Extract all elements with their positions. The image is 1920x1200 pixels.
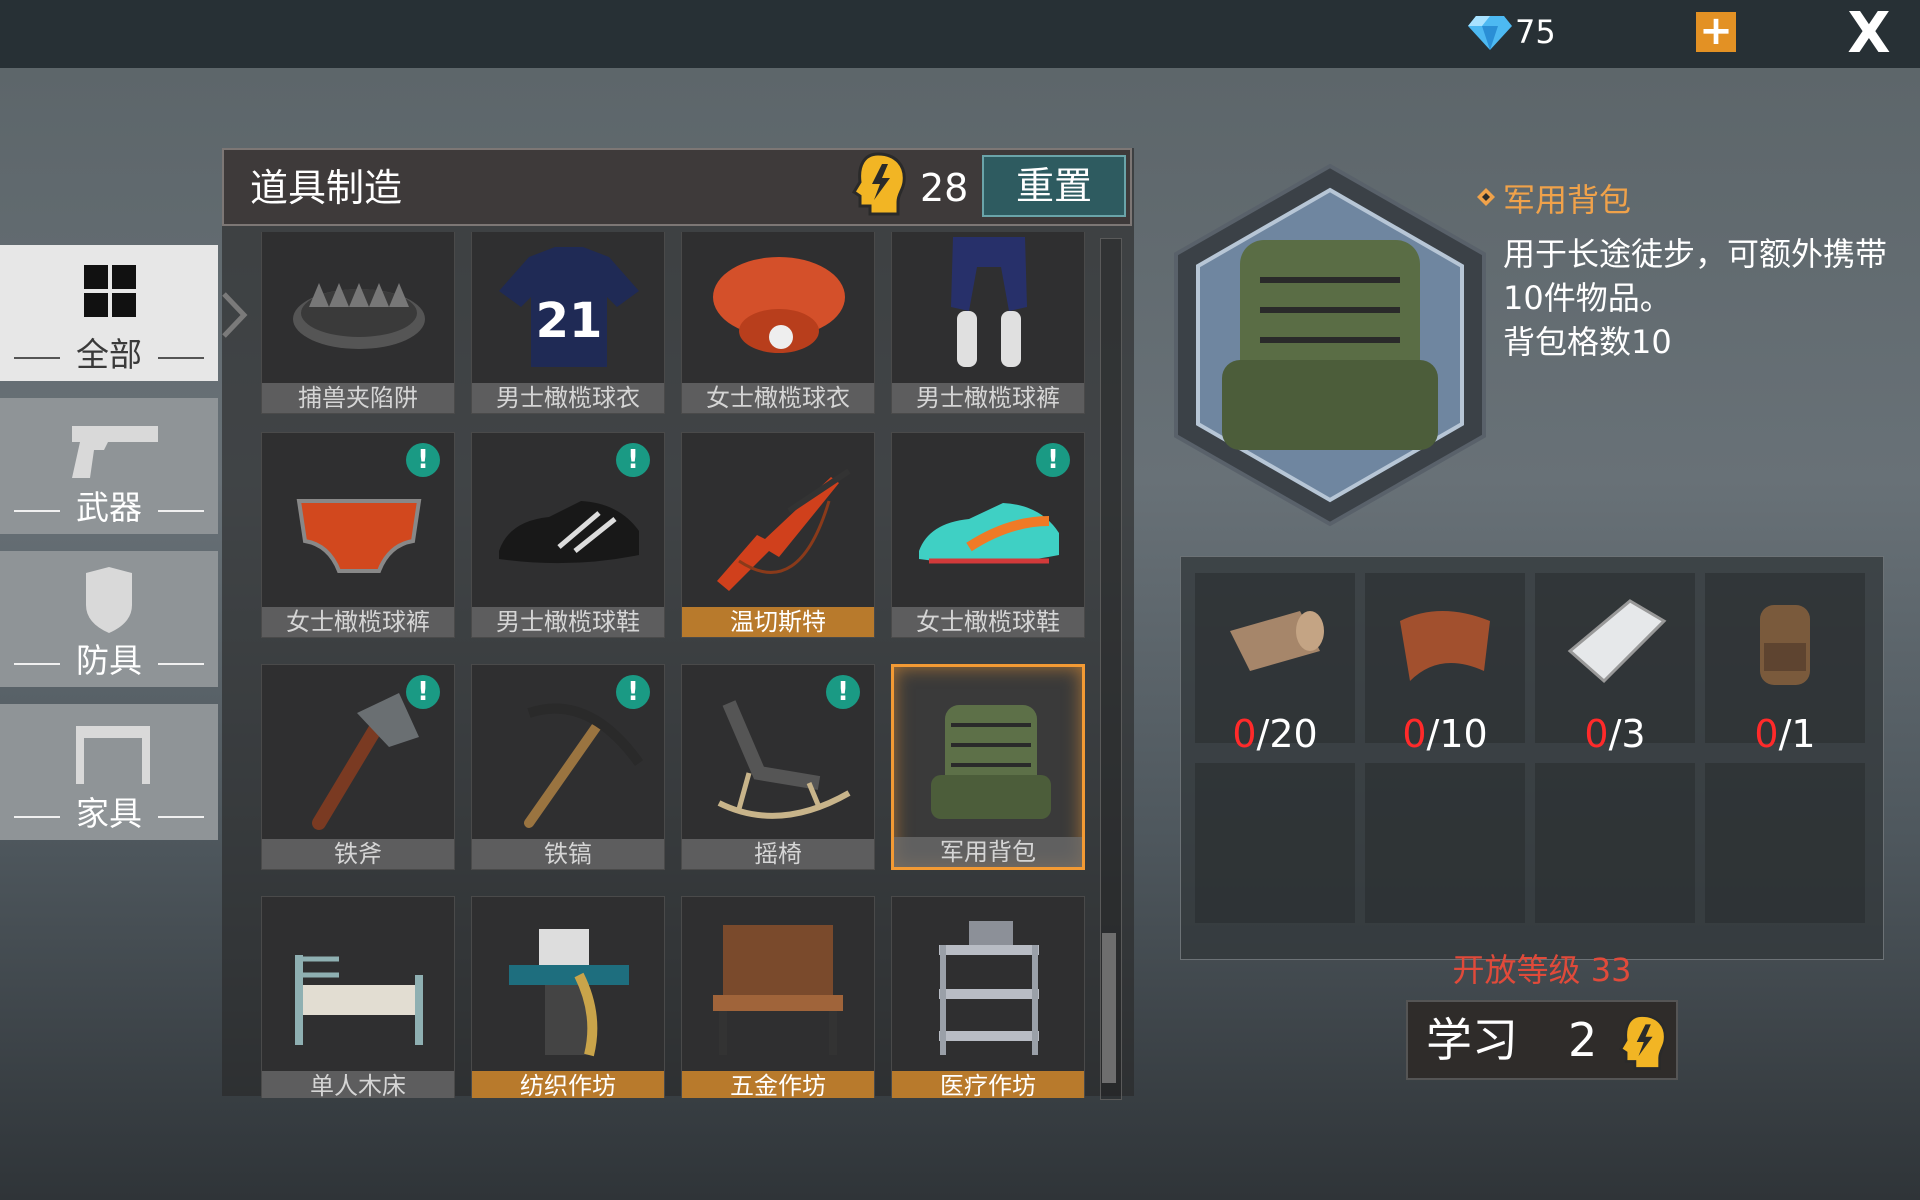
category-all[interactable]: 全部 (0, 245, 218, 381)
table-icon (76, 726, 150, 784)
rifle-icon (717, 468, 851, 591)
item-name: 医疗作坊 (892, 1071, 1084, 1098)
workbench-icon (713, 925, 843, 1055)
sewing-station-icon (509, 929, 629, 1057)
unlock-level: 开放等级 33 (1452, 951, 1632, 989)
item-card[interactable]: ! 铁斧 (261, 664, 455, 870)
learn-cost: 2 (1568, 1013, 1598, 1067)
brain-points-icon (851, 152, 906, 216)
item-card[interactable]: 温切斯特 (681, 432, 875, 638)
category-armor[interactable]: 防具 (0, 551, 218, 687)
material-slot-empty (1535, 763, 1695, 923)
alert-icon: ! (616, 443, 650, 477)
shoulderpad-icon (713, 257, 845, 353)
brain-points-icon (1619, 1014, 1667, 1070)
item-card[interactable]: ! 铁镐 (471, 664, 665, 870)
item-card[interactable]: 女士橄榄球衣 (681, 232, 875, 414)
item-name: 纺织作坊 (472, 1071, 664, 1098)
item-card[interactable]: 单人木床 (261, 896, 455, 1098)
item-preview (1174, 163, 1486, 527)
alert-icon: ! (616, 675, 650, 709)
category-label: 全部 (76, 335, 142, 374)
item-name: 女士橄榄球衣 (682, 383, 874, 413)
close-button[interactable]: X (1843, 6, 1895, 62)
reset-button[interactable]: 重置 (982, 155, 1126, 217)
item-card[interactable]: ! 女士橄榄球鞋 (891, 432, 1085, 638)
item-card[interactable]: 男士橄榄球裤 (891, 232, 1085, 414)
item-card[interactable]: ! 男士橄榄球鞋 (471, 432, 665, 638)
category-label: 武器 (76, 488, 142, 527)
material-count: 0/20 (1232, 712, 1318, 756)
gem-count: 75 (1515, 13, 1556, 51)
category-label: 防具 (76, 641, 142, 680)
material-slot[interactable]: 0/3 (1535, 573, 1695, 755)
item-name: 女士橄榄球鞋 (892, 607, 1084, 637)
grid-icon (84, 265, 136, 317)
alert-icon: ! (1036, 443, 1070, 477)
medical-station-icon (939, 921, 1039, 1055)
shield-icon (86, 567, 132, 633)
material-slot-empty (1195, 763, 1355, 923)
item-name: 女士橄榄球裤 (262, 607, 454, 637)
small-backpack-icon (1760, 605, 1810, 685)
item-name: 铁斧 (262, 839, 454, 869)
item-name: 男士橄榄球衣 (472, 383, 664, 413)
item-name: 军用背包 (894, 837, 1082, 867)
leather-roll-icon (1230, 611, 1324, 671)
diamond-bullet-icon (1477, 188, 1495, 206)
material-count: 0/10 (1402, 712, 1488, 756)
learn-label: 学习 (1426, 1013, 1518, 1067)
category-weapons[interactable]: 武器 (0, 398, 218, 534)
item-name: 男士橄榄球鞋 (472, 607, 664, 637)
fabric-icon (1400, 611, 1490, 681)
item-card-selected[interactable]: 军用背包 (891, 664, 1085, 870)
item-card[interactable]: 医疗作坊 (891, 896, 1085, 1098)
material-slot[interactable]: 0/1 (1705, 573, 1865, 755)
backpack-icon (931, 705, 1051, 819)
detail-description: 用于长途徒步，可额外携带10件物品。 (1503, 235, 1888, 317)
category-label: 家具 (76, 794, 142, 833)
item-grid: 捕兽夹陷阱 21 男士橄榄球衣 女士橄榄球衣 男士橄榄球裤 ! 女士橄榄球裤 !… (222, 232, 1092, 1098)
materials-panel: 0/20 0/10 0/3 0/1 (1180, 556, 1884, 960)
jersey-icon: 21 (499, 247, 639, 367)
material-count: 0/3 (1584, 712, 1646, 756)
detail-title: 军用背包 (1503, 181, 1632, 219)
metal-plate-icon (1567, 599, 1667, 684)
item-name: 捕兽夹陷阱 (262, 383, 454, 413)
material-slot-empty (1705, 763, 1865, 923)
material-slot[interactable]: 0/20 (1195, 573, 1355, 755)
item-name: 单人木床 (262, 1071, 454, 1098)
material-count: 0/1 (1754, 712, 1816, 756)
item-name: 五金作坊 (682, 1071, 874, 1098)
item-name: 温切斯特 (682, 607, 874, 637)
detail-stat: 背包格数10 (1503, 323, 1672, 361)
item-name: 男士橄榄球裤 (892, 383, 1084, 413)
item-name: 铁镐 (472, 839, 664, 869)
category-furniture[interactable]: 家具 (0, 704, 218, 840)
item-name: 摇椅 (682, 839, 874, 869)
top-bar (0, 0, 1920, 68)
alert-icon: ! (406, 675, 440, 709)
panel-title: 道具制造 (250, 166, 403, 210)
bed-icon (295, 955, 423, 1045)
item-card[interactable]: 纺织作坊 (471, 896, 665, 1098)
item-card[interactable]: 21 男士橄榄球衣 (471, 232, 665, 414)
item-card[interactable]: ! 摇椅 (681, 664, 875, 870)
material-slot-empty (1365, 763, 1525, 923)
add-gems-button[interactable]: + (1696, 11, 1736, 52)
alert-icon: ! (826, 675, 860, 709)
item-card[interactable]: 五金作坊 (681, 896, 875, 1098)
item-card[interactable]: ! 女士橄榄球裤 (261, 432, 455, 638)
alert-icon: ! (406, 443, 440, 477)
svg-text:21: 21 (536, 293, 603, 349)
pants-icon (951, 237, 1027, 367)
pistol-icon (72, 426, 158, 478)
diamond-icon (1468, 16, 1512, 50)
material-slot[interactable]: 0/10 (1365, 573, 1525, 755)
scrollbar-thumb[interactable] (1102, 933, 1116, 1083)
research-points: 28 (920, 166, 969, 210)
trap-icon (293, 283, 425, 349)
item-card[interactable]: 捕兽夹陷阱 (261, 232, 455, 414)
